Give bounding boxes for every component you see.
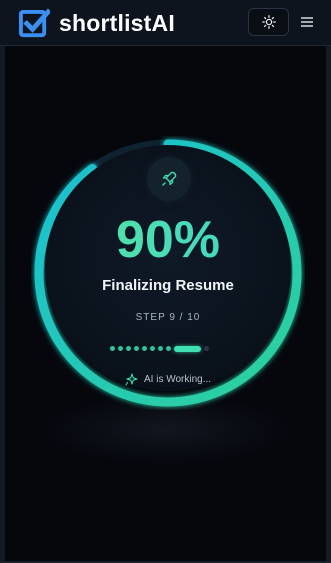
step-indicator <box>110 345 212 352</box>
step-dot <box>158 346 163 351</box>
step-dot <box>166 346 171 351</box>
sparkle-icon <box>125 372 138 386</box>
app-header: shortlistAI <box>0 0 331 46</box>
left-gutter <box>0 46 5 563</box>
progress-percent: 90% <box>68 210 268 270</box>
right-gutter <box>326 46 331 563</box>
progress-status: Finalizing Resume <box>102 277 234 294</box>
step-dot <box>110 346 115 351</box>
menu-button[interactable] <box>297 11 317 33</box>
rocket-icon <box>162 171 177 186</box>
ai-status: AI is Working... <box>125 372 211 386</box>
step-dot <box>204 346 209 351</box>
step-dot <box>174 345 201 352</box>
step-dot <box>118 346 123 351</box>
ai-status-text: AI is Working... <box>144 373 212 385</box>
step-dot <box>150 346 155 351</box>
step-dot <box>142 346 147 351</box>
theme-toggle-button[interactable] <box>248 8 289 36</box>
step-dot <box>126 346 131 351</box>
brand[interactable]: shortlistAI <box>19 7 175 39</box>
rocket-badge <box>147 157 191 201</box>
hamburger-menu-icon <box>301 17 313 27</box>
progress-step: STEP 9 / 10 <box>135 312 201 323</box>
brand-name: shortlistAI <box>59 9 175 36</box>
checkbox-logo-icon <box>19 7 50 37</box>
step-dot <box>134 346 139 351</box>
sun-icon <box>261 15 276 29</box>
